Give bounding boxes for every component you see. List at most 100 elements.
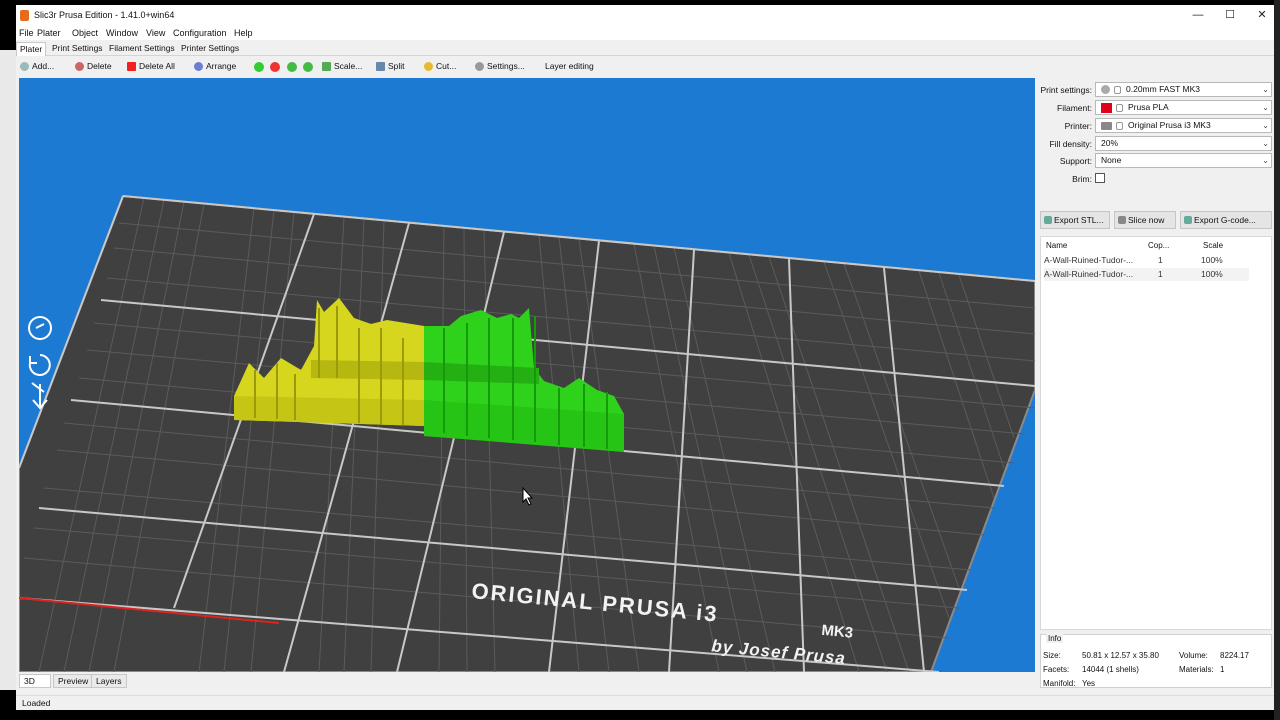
lock-icon (1116, 103, 1123, 112)
volume-value: 8224.17 (1220, 651, 1249, 660)
add-button[interactable]: Add... (18, 59, 58, 74)
filament-select[interactable]: Prusa PLA ⌄ (1095, 100, 1272, 115)
gear-icon (475, 62, 484, 71)
add-icon (20, 62, 29, 71)
export-stl-button[interactable]: Export STL... (1040, 211, 1110, 229)
export-icon (1184, 216, 1192, 224)
status-text: Loaded (22, 698, 51, 708)
window-title: Slic3r Prusa Edition - 1.41.0+win64 (34, 10, 175, 20)
arrange-icon (194, 62, 203, 71)
title-bar: Slic3r Prusa Edition - 1.41.0+win64 — ☐ … (16, 5, 1274, 26)
decrease-copies-icon[interactable] (270, 62, 280, 72)
menu-view[interactable]: View (146, 28, 165, 38)
info-panel: Info Size: 50.81 x 12.57 x 35.80 Volume:… (1040, 634, 1272, 688)
object-list[interactable]: Name Cop... Scale A-Wall-Ruined-Tudor-..… (1040, 236, 1272, 630)
export-gcode-button[interactable]: Export G-code... (1180, 211, 1272, 229)
brim-label: Brim: (1072, 174, 1092, 184)
right-panel: Print settings: 0.20mm FAST MK3 ⌄ Filame… (1038, 78, 1274, 688)
lock-icon (1114, 85, 1121, 94)
toolbar: Add... Delete Delete All Arrange Scale..… (16, 56, 1274, 77)
tab-filament-settings[interactable]: Filament Settings (106, 42, 178, 56)
menu-file[interactable]: File (19, 28, 34, 38)
delete-button[interactable]: Delete (73, 59, 116, 74)
cut-icon (424, 62, 433, 71)
maximize-button[interactable]: ☐ (1220, 8, 1240, 22)
view-tabs: 3D Preview Layers (19, 674, 219, 688)
materials-value: 1 (1220, 665, 1225, 674)
filament-label: Filament: (1057, 103, 1092, 113)
chevron-down-icon: ⌄ (1262, 85, 1269, 94)
fill-density-select[interactable]: 20% ⌄ (1095, 136, 1272, 151)
slice-now-button[interactable]: Slice now (1114, 211, 1176, 229)
column-header-copies[interactable]: Cop... (1148, 241, 1169, 250)
tab-3d[interactable]: 3D (19, 674, 51, 688)
materials-label: Materials: (1179, 665, 1214, 674)
scale-button[interactable]: Scale... (320, 59, 366, 74)
tab-printer-settings[interactable]: Printer Settings (178, 42, 242, 56)
slice-icon (1118, 216, 1126, 224)
export-icon (1044, 216, 1052, 224)
rotate-right-icon[interactable] (303, 62, 313, 72)
close-button[interactable]: ✕ (1252, 8, 1272, 22)
menu-configuration[interactable]: Configuration (173, 28, 227, 38)
gear-icon (1101, 85, 1110, 95)
svg-text:MK3: MK3 (821, 622, 854, 642)
print-settings-label: Print settings: (1040, 85, 1093, 95)
app-icon (20, 10, 29, 21)
main-tabs: Plater Print Settings Filament Settings … (16, 40, 1274, 56)
printer-select[interactable]: Original Prusa i3 MK3 ⌄ (1095, 118, 1272, 133)
manifold-value: Yes (1082, 679, 1096, 688)
size-value: 50.81 x 12.57 x 35.80 (1082, 651, 1159, 660)
delete-icon (75, 62, 84, 71)
tab-layers[interactable]: Layers (91, 674, 127, 688)
size-label: Size: (1043, 651, 1061, 660)
print-settings-select[interactable]: 0.20mm FAST MK3 ⌄ (1095, 82, 1272, 97)
split-button[interactable]: Split (374, 59, 409, 74)
menu-bar: File Plater Object Window View Configura… (16, 26, 1274, 40)
split-icon (376, 62, 385, 71)
minimize-button[interactable]: — (1188, 8, 1208, 22)
settings-button[interactable]: Settings... (473, 59, 529, 74)
info-title: Info (1046, 634, 1064, 643)
screen-edge (1274, 0, 1280, 720)
lock-icon (1116, 121, 1123, 130)
facets-value: 14044 (1 shells) (1082, 665, 1139, 674)
scale-icon (322, 62, 331, 71)
tab-preview[interactable]: Preview (53, 674, 94, 688)
rotate-left-icon[interactable] (287, 62, 297, 72)
delete-all-icon (127, 62, 136, 71)
delete-all-button[interactable]: Delete All (125, 59, 179, 74)
list-item[interactable]: A-Wall-Ruined-Tudor-... 1 100% (1044, 268, 1249, 281)
chevron-down-icon: ⌄ (1262, 121, 1269, 130)
manifold-label: Manifold: (1043, 679, 1076, 688)
support-select[interactable]: None ⌄ (1095, 153, 1272, 168)
tab-print-settings[interactable]: Print Settings (49, 42, 106, 56)
cut-button[interactable]: Cut... (422, 59, 460, 74)
app-window: Slic3r Prusa Edition - 1.41.0+win64 — ☐ … (16, 5, 1274, 710)
layer-editing-button[interactable]: Layer editing (540, 59, 598, 74)
filament-color-swatch (1101, 102, 1112, 113)
volume-label: Volume: (1179, 651, 1208, 660)
status-bar: Loaded (16, 695, 1274, 710)
list-item[interactable]: A-Wall-Ruined-Tudor-... 1 100% (1044, 254, 1249, 267)
increase-copies-icon[interactable] (254, 62, 264, 72)
arrange-button[interactable]: Arrange (192, 59, 240, 74)
3d-viewport[interactable]: ORIGINAL PRUSA i3 MK3 by Josef Prusa (19, 78, 1035, 672)
chevron-down-icon: ⌄ (1262, 139, 1269, 148)
fill-density-label: Fill density: (1049, 139, 1092, 149)
menu-object[interactable]: Object (72, 28, 98, 38)
menu-window[interactable]: Window (106, 28, 138, 38)
tab-plater[interactable]: Plater (16, 42, 47, 56)
brim-checkbox[interactable] (1095, 173, 1105, 183)
facets-label: Facets: (1043, 665, 1070, 674)
column-header-name[interactable]: Name (1046, 241, 1067, 250)
chevron-down-icon: ⌄ (1262, 103, 1269, 112)
printer-icon (1101, 121, 1112, 130)
background-window-edge (0, 50, 16, 690)
menu-help[interactable]: Help (234, 28, 253, 38)
printer-label: Printer: (1064, 121, 1092, 131)
menu-plater[interactable]: Plater (37, 28, 61, 38)
build-plate-scene[interactable]: ORIGINAL PRUSA i3 MK3 by Josef Prusa (19, 78, 1035, 672)
chevron-down-icon: ⌄ (1262, 156, 1269, 165)
column-header-scale[interactable]: Scale (1203, 241, 1223, 250)
